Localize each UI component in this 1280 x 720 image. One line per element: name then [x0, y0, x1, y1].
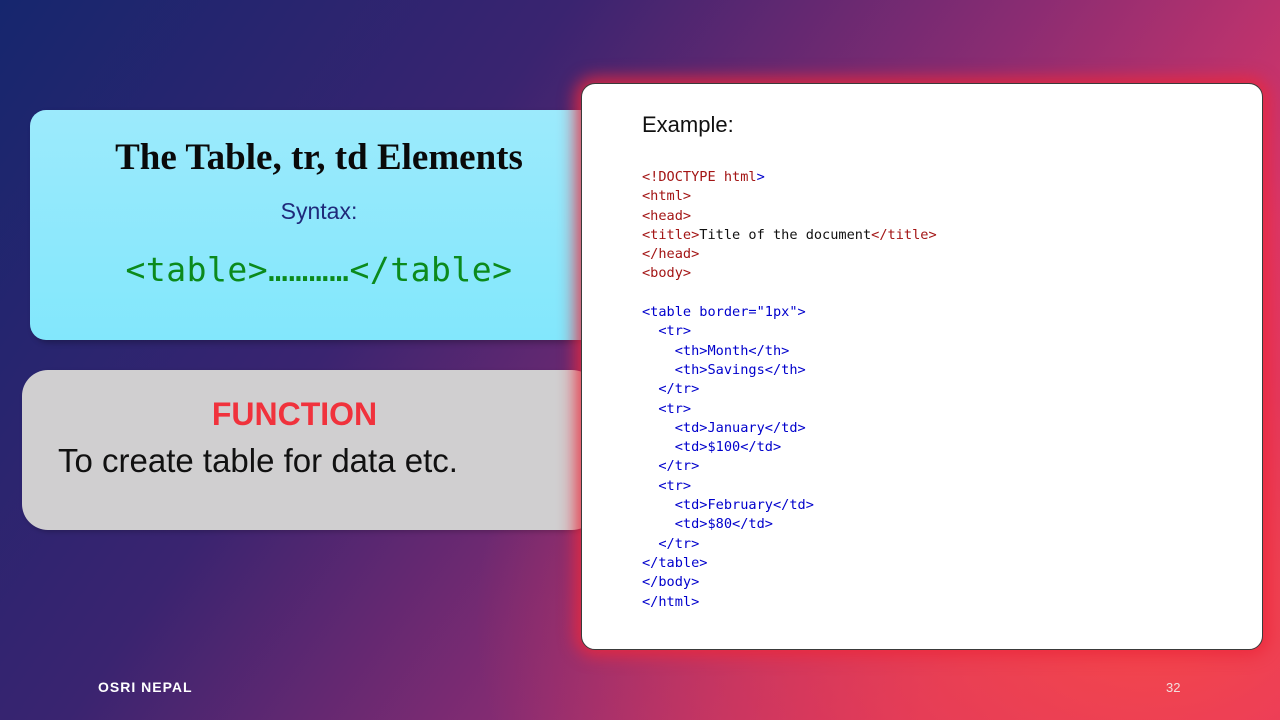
code-line: <tr> — [642, 477, 937, 496]
syntax-label: Syntax: — [280, 198, 358, 224]
function-heading: FUNCTION — [211, 396, 378, 432]
syntax-code: <table>…………</table> — [125, 250, 513, 289]
code-token: <tr> — [658, 323, 692, 340]
code-line: <body> — [642, 264, 937, 283]
slide-number: 32 — [1166, 680, 1181, 695]
example-label: Example: — [642, 112, 734, 137]
code-token: > — [756, 169, 765, 185]
code-line: <!DOCTYPE html> — [642, 168, 937, 187]
code-token: </table> — [642, 554, 708, 571]
code-line: <table border="1px"> — [642, 303, 937, 322]
code-line: <title>Title of the document</title> — [642, 226, 937, 245]
code-line: <td>$80</td> — [642, 515, 937, 534]
code-token: <html> — [642, 188, 692, 205]
footer-brand: OSRI NEPAL — [98, 679, 193, 695]
code-token: <head> — [642, 207, 692, 224]
code-token: <tr> — [658, 477, 692, 494]
code-token: <td>January</td> — [674, 419, 806, 436]
code-block: <!DOCTYPE html> <html> <head> <title>Title … — [642, 168, 937, 612]
code-line: <th>Savings</th> — [642, 361, 937, 380]
code-line: <td>January</td> — [642, 419, 937, 438]
code-token: </tr> — [658, 535, 700, 552]
code-token: <!DOCTYPE — [642, 169, 724, 185]
code-token: <td>February</td> — [674, 497, 814, 514]
code-token: </html> — [642, 593, 700, 610]
code-line: <th>Month</th> — [642, 342, 937, 361]
code-token: </head> — [642, 246, 700, 263]
code-token: </body> — [642, 574, 700, 591]
function-description: To create table for data etc. — [58, 442, 458, 479]
code-token: </tr> — [658, 458, 700, 475]
code-token: <td>$80</td> — [674, 516, 773, 533]
code-token: html — [723, 169, 757, 185]
code-line: <tr> — [642, 400, 937, 419]
code-line: </head> — [642, 245, 937, 264]
code-token: <th>Month</th> — [674, 342, 790, 359]
code-line: <html> — [642, 187, 937, 206]
code-line: </tr> — [642, 457, 937, 476]
code-line: <td>$100</td> — [642, 438, 937, 457]
code-token: <title> — [642, 226, 700, 243]
example-card: Example: <!DOCTYPE html> <html> <head> <tit… — [581, 83, 1263, 650]
slide-title: The Table, tr, td Elements — [115, 137, 523, 178]
code-line: </table> — [642, 554, 937, 573]
code-token: <body> — [642, 265, 692, 282]
code-token: <th>Savings</th> — [674, 361, 806, 378]
function-card: FUNCTION To create table for data etc. — [22, 370, 598, 530]
code-line: </tr> — [642, 380, 937, 399]
code-token: </title> — [871, 226, 937, 243]
code-token: <table border="1px"> — [642, 304, 806, 321]
code-token: Title of the document — [699, 226, 872, 243]
code-line: </html> — [642, 593, 937, 612]
code-line: <tr> — [642, 322, 937, 341]
code-line: <head> — [642, 207, 937, 226]
code-token: </tr> — [658, 381, 700, 398]
code-token: <tr> — [658, 400, 692, 417]
code-token: <td>$100</td> — [674, 439, 782, 456]
title-card: The Table, tr, td Elements Syntax: <tabl… — [30, 110, 608, 340]
code-line: </tr> — [642, 535, 937, 554]
code-line: </body> — [642, 573, 937, 592]
code-line: <td>February</td> — [642, 496, 937, 515]
